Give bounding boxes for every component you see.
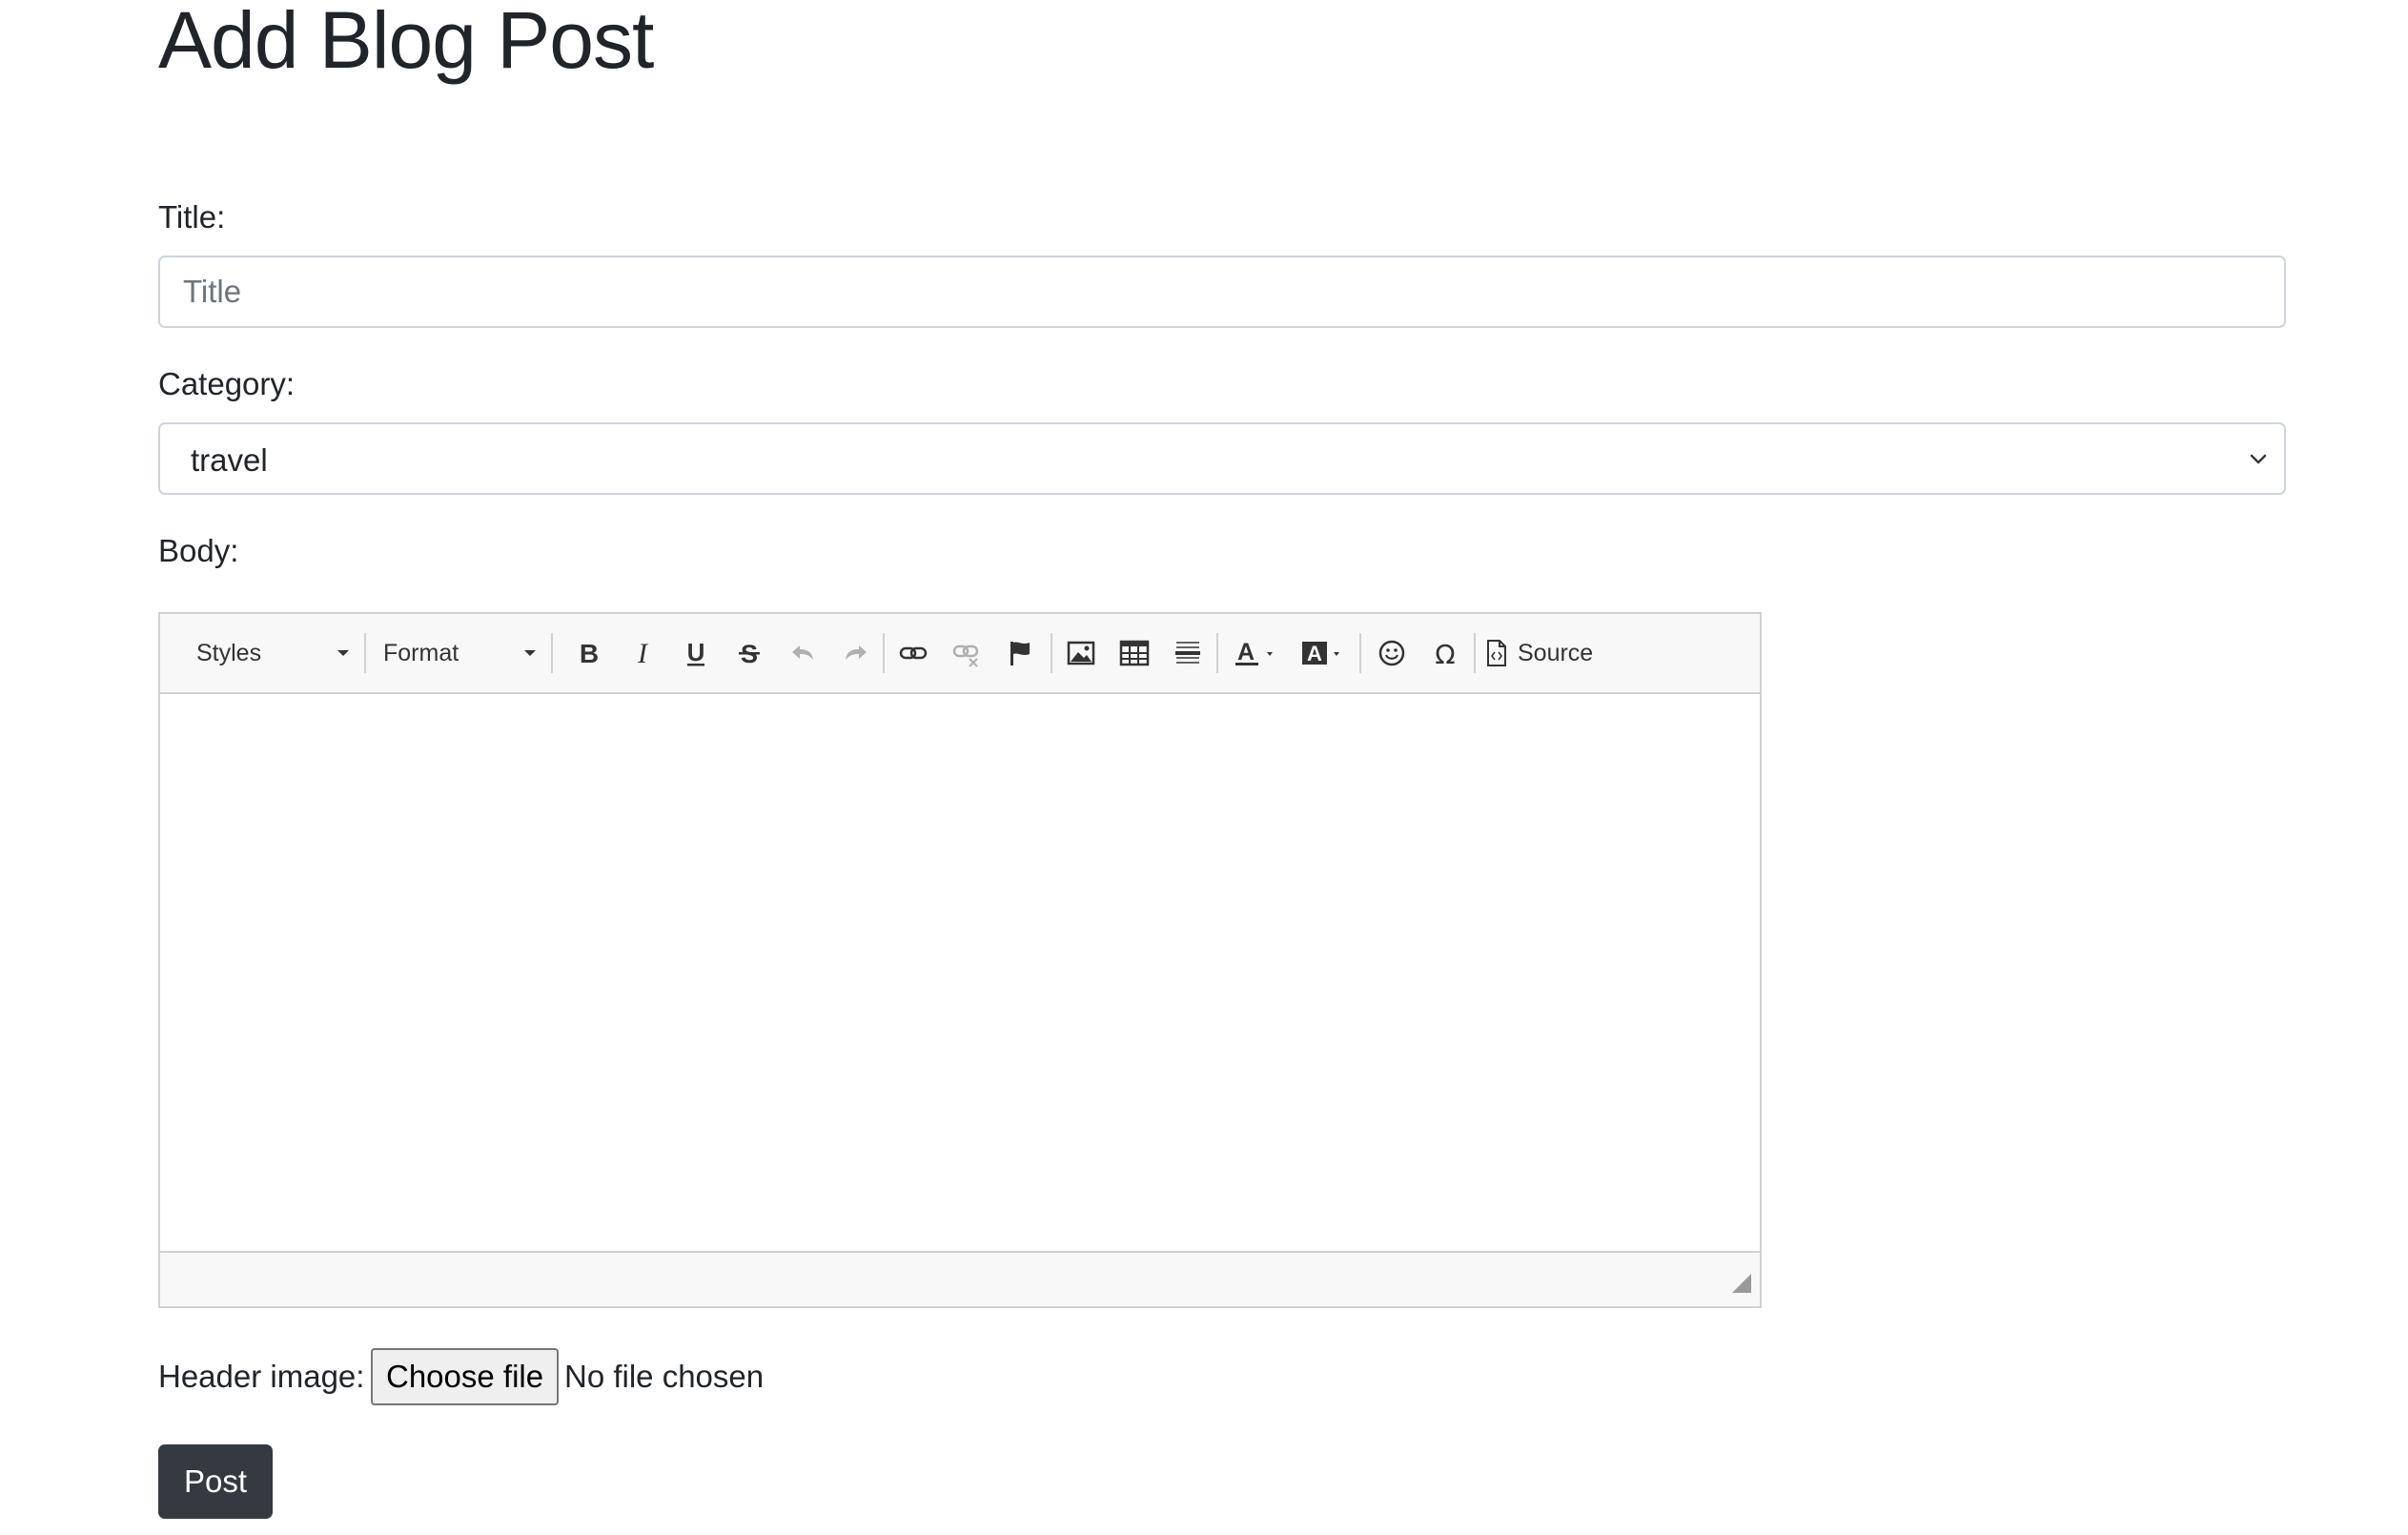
format-dropdown-label: Format (383, 639, 459, 666)
text-color-button[interactable]: A (1228, 614, 1285, 692)
undo-icon (788, 639, 817, 667)
rich-text-editor: Styles Format B I U S A A Ω Source (158, 612, 1762, 1308)
svg-text:I: I (637, 639, 649, 667)
svg-text:A: A (1307, 642, 1322, 665)
toolbar-separator (364, 633, 366, 673)
file-status-text: No file chosen (564, 1359, 765, 1394)
special-character-icon: Ω (1431, 639, 1459, 667)
toolbar-separator (1216, 633, 1218, 673)
underline-icon: U (682, 639, 710, 667)
svg-text:B: B (580, 639, 599, 667)
chevron-down-icon (2244, 445, 2273, 474)
unlink-icon (952, 639, 981, 667)
source-button[interactable]: Source (1485, 614, 1609, 692)
italic-icon: I (628, 639, 657, 667)
italic-button[interactable]: I (622, 614, 663, 692)
toolbar-separator (1474, 633, 1476, 673)
smiley-button[interactable] (1371, 614, 1413, 692)
toolbar-separator (551, 633, 553, 673)
undo-button[interactable] (782, 614, 824, 692)
editor-toolbar: Styles Format B I U S A A Ω Source (160, 614, 1760, 694)
page-title: Add Blog Post (158, 0, 654, 85)
background-color-icon: A (1300, 639, 1346, 667)
header-image-label: Header image: (158, 1359, 365, 1394)
toolbar-separator (883, 633, 885, 673)
horizontal-line-button[interactable] (1167, 614, 1209, 692)
format-dropdown[interactable]: Format (383, 614, 536, 692)
image-button[interactable] (1060, 614, 1102, 692)
choose-file-button[interactable]: Choose file (371, 1348, 560, 1405)
caret-down-icon (337, 650, 349, 656)
special-character-button[interactable]: Ω (1424, 614, 1466, 692)
post-button[interactable]: Post (158, 1444, 273, 1519)
toolbar-separator (1359, 633, 1361, 673)
svg-text:A: A (1237, 639, 1255, 665)
editor-statusbar (160, 1251, 1760, 1306)
background-color-button[interactable]: A (1295, 614, 1352, 692)
category-label: Category: (158, 366, 296, 401)
add-blog-post-page: Add Blog Post Title: Category: travel Bo… (0, 0, 2408, 1535)
link-button[interactable] (892, 614, 934, 692)
redo-button[interactable] (835, 614, 877, 692)
category-select[interactable]: travel (158, 422, 2286, 495)
smiley-icon (1377, 639, 1406, 667)
source-label: Source (1518, 639, 1594, 666)
svg-text:U: U (687, 639, 705, 666)
category-selected-value: travel (191, 442, 268, 478)
editor-body[interactable] (160, 694, 1760, 1251)
horizontal-line-icon (1173, 639, 1202, 667)
title-input[interactable] (158, 256, 2286, 328)
bold-icon: B (575, 639, 603, 667)
strikethrough-button[interactable]: S (728, 614, 770, 692)
anchor-flag-icon (1006, 639, 1034, 667)
resize-grip-icon[interactable] (1731, 1273, 1752, 1299)
styles-dropdown-label: Styles (196, 639, 262, 666)
svg-text:Ω: Ω (1435, 639, 1455, 667)
link-icon (899, 639, 928, 667)
table-button[interactable] (1113, 614, 1155, 692)
image-icon (1067, 639, 1095, 667)
title-label: Title: (158, 199, 226, 235)
bold-button[interactable]: B (568, 614, 610, 692)
underline-button[interactable]: U (675, 614, 717, 692)
unlink-button[interactable] (946, 614, 988, 692)
styles-dropdown[interactable]: Styles (196, 614, 349, 692)
strikethrough-icon: S (735, 639, 764, 667)
text-color-icon: A (1234, 639, 1279, 667)
anchor-button[interactable] (999, 614, 1041, 692)
caret-down-icon (524, 650, 536, 656)
body-label: Body: (158, 533, 239, 568)
redo-icon (842, 639, 870, 667)
toolbar-separator (1051, 633, 1052, 673)
source-icon (1485, 639, 1508, 667)
table-icon (1119, 639, 1150, 667)
